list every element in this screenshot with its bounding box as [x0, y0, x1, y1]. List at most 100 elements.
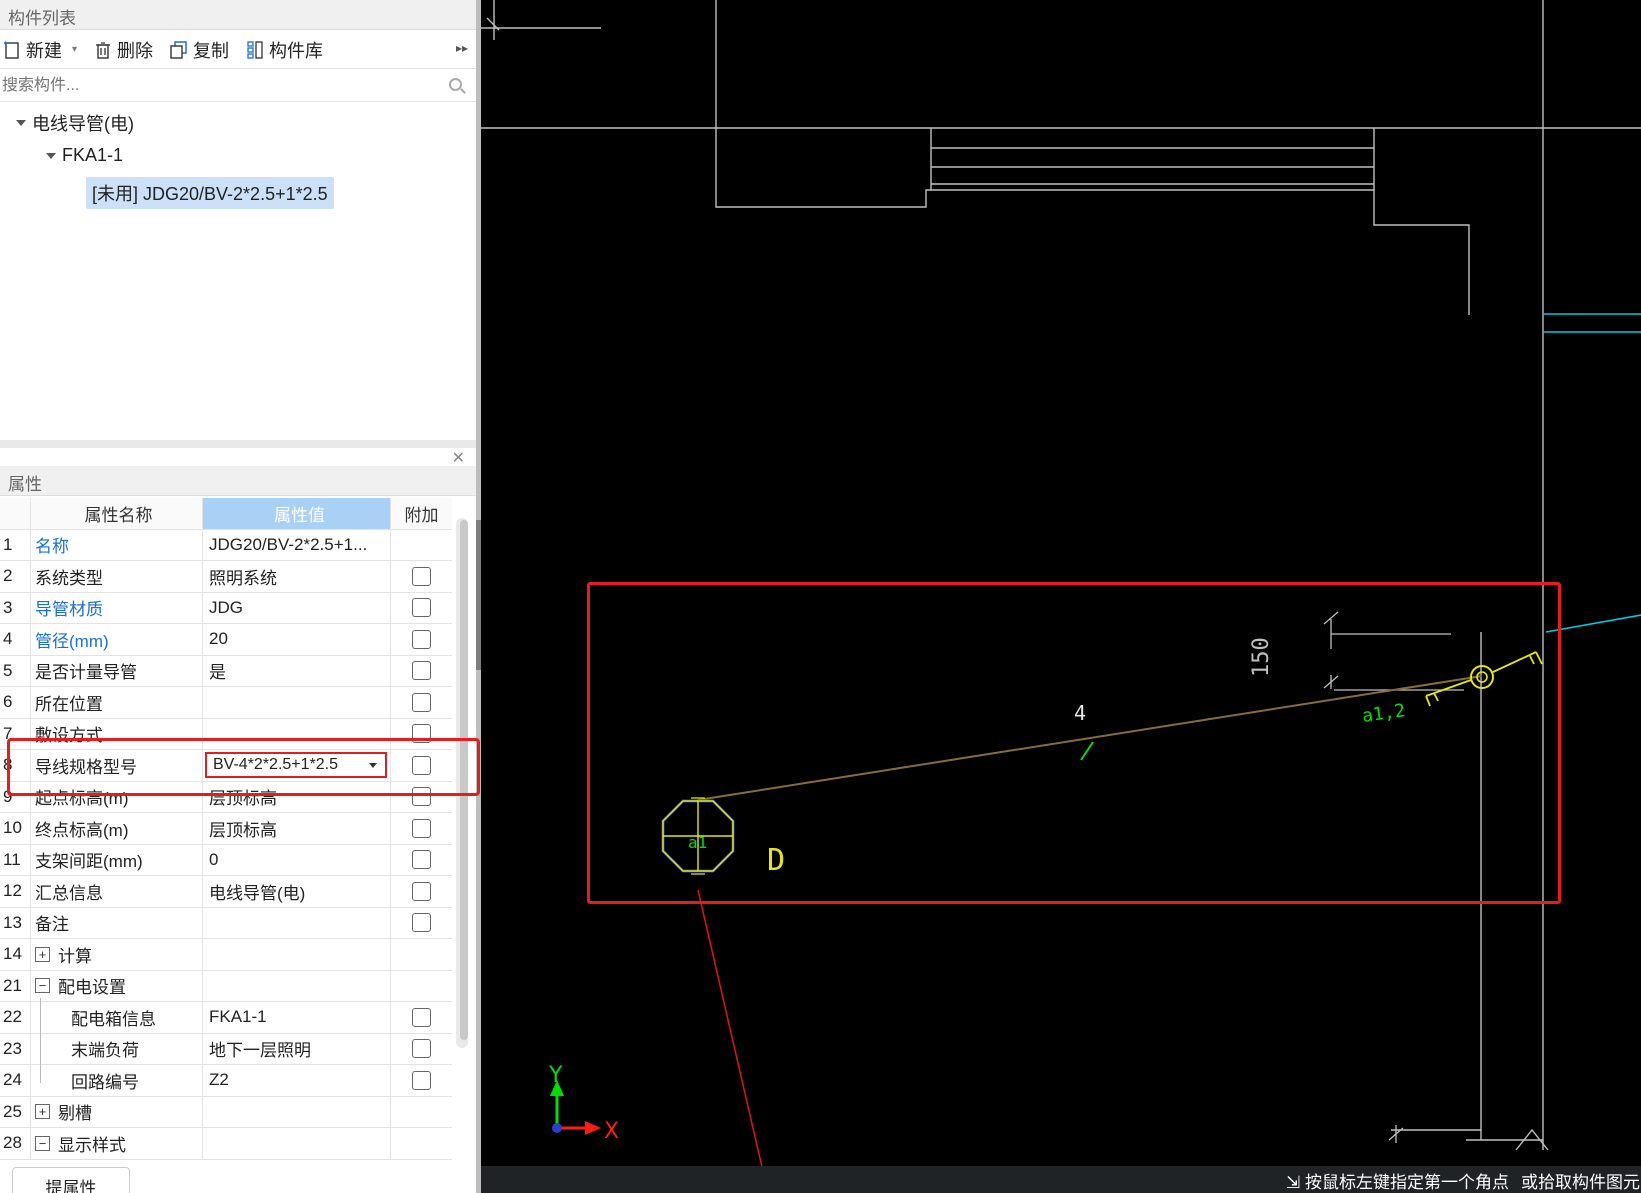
property-value: JDG [209, 597, 243, 617]
property-value-cell[interactable]: 电线导管(电) [202, 876, 390, 907]
collapse-icon[interactable]: − [35, 978, 50, 994]
property-row[interactable]: 24 回路编号 Z2 [0, 1065, 452, 1097]
copy-button[interactable]: 复制 [169, 37, 229, 63]
expand-arrow-icon[interactable] [16, 120, 26, 126]
property-row[interactable]: 14 + 计算 [0, 939, 452, 971]
property-row[interactable]: 5 是否计量导管 是 [0, 655, 452, 687]
property-name-cell: 终点标高(m) [30, 813, 202, 844]
extra-checkbox[interactable] [412, 1039, 431, 1059]
extra-checkbox[interactable] [412, 913, 431, 933]
close-icon[interactable]: ✕ [452, 448, 465, 468]
new-label: 新建 [26, 40, 62, 61]
property-name-cell: 汇总信息 [30, 876, 202, 907]
tree-node-child[interactable]: FKA1-1 [46, 145, 123, 166]
search-icon[interactable] [449, 78, 462, 91]
extra-cell [390, 876, 452, 907]
property-name: 系统类型 [35, 568, 103, 588]
extra-checkbox[interactable] [412, 629, 431, 649]
property-value-cell[interactable] [202, 1096, 390, 1127]
panel-splitter[interactable] [0, 440, 476, 448]
property-name: 配电设置 [58, 978, 126, 998]
property-name: 支架间距(mm) [35, 852, 143, 872]
extra-cell [390, 655, 452, 686]
property-value-cell[interactable]: 照明系统 [202, 561, 390, 592]
extra-checkbox[interactable] [412, 818, 431, 838]
row-number: 4 [3, 629, 13, 649]
overflow-icon[interactable]: ▸▸ [456, 41, 468, 55]
expand-icon[interactable]: + [35, 946, 50, 962]
left-panel: 构件列表 新建 ▾ 删除 复制 构件库 ▸▸ 搜索构件... 电线导管(电) F… [0, 0, 480, 1193]
property-value-cell[interactable]: 地下一层照明 [202, 1033, 390, 1064]
property-value-cell[interactable]: 20 [202, 624, 390, 655]
property-row[interactable]: 11 支架间距(mm) 0 [0, 844, 452, 876]
extra-checkbox[interactable] [412, 661, 431, 681]
property-value: 层顶标高 [209, 820, 277, 840]
property-name-cell: 配电箱信息 [30, 1002, 202, 1033]
extra-cell [390, 939, 452, 970]
extra-cell [390, 844, 452, 875]
extra-checkbox[interactable] [412, 598, 431, 618]
search-input[interactable] [0, 70, 476, 101]
properties-title: 属性 [0, 466, 476, 496]
tree-node-root[interactable]: 电线导管(电) [16, 110, 134, 136]
tree-node-selected[interactable]: [未用] JDG20/BV-2*2.5+1*2.5 [86, 177, 334, 209]
property-row[interactable]: 21− 配电设置 [0, 970, 452, 1002]
property-value-cell[interactable] [202, 687, 390, 718]
extra-checkbox[interactable] [412, 850, 431, 870]
header-value[interactable]: 属性值 [202, 498, 390, 529]
row-number: 21 [3, 975, 22, 995]
row-number: 12 [3, 881, 22, 901]
property-value-cell[interactable]: Z2 [202, 1065, 390, 1096]
property-row[interactable]: 10 终点标高(m) 层顶标高 [0, 813, 452, 845]
row-number: 13 [3, 912, 22, 932]
property-value-cell[interactable]: FKA1-1 [202, 1002, 390, 1033]
collapse-icon[interactable]: − [35, 1135, 50, 1151]
property-row[interactable]: 3 导管材质 JDG [0, 592, 452, 624]
property-value-cell[interactable] [202, 907, 390, 938]
expand-icon[interactable]: + [35, 1104, 50, 1120]
extra-cell [390, 813, 452, 844]
property-row[interactable]: 12 汇总信息 电线导管(电) [0, 876, 452, 908]
tree-root-label: 电线导管(电) [32, 114, 134, 134]
property-name-cell: 导管材质 [30, 592, 202, 623]
library-button[interactable]: 构件库 [245, 37, 323, 63]
extra-checkbox[interactable] [412, 1007, 431, 1027]
delete-button[interactable]: 删除 [93, 37, 153, 63]
property-row[interactable]: 2 系统类型 照明系统 [0, 561, 452, 593]
property-row[interactable]: 22 配电箱信息 FKA1-1 [0, 1002, 452, 1034]
status-prompt: ⇲ 按鼠标左键指定第一个角点 [1286, 1173, 1509, 1192]
expand-arrow-icon[interactable] [46, 152, 56, 159]
property-value-cell[interactable] [202, 939, 390, 970]
property-value-cell[interactable]: JDG20/BV-2*2.5+1... [202, 529, 390, 560]
extra-cell [390, 529, 452, 560]
extra-checkbox[interactable] [412, 1070, 431, 1090]
extra-checkbox[interactable] [412, 566, 431, 586]
property-value-cell[interactable] [202, 970, 390, 1001]
header-name[interactable]: 属性名称 [30, 498, 202, 529]
header-extra[interactable]: 附加 [390, 498, 452, 529]
new-button[interactable]: 新建 ▾ [2, 37, 77, 63]
property-value-cell[interactable]: 是 [202, 655, 390, 686]
property-value-cell[interactable] [202, 1128, 390, 1159]
property-name: 配电箱信息 [71, 1009, 156, 1029]
row-number: 1 [3, 534, 13, 554]
extra-cell [390, 970, 452, 1001]
property-row[interactable]: 6 所在位置 [0, 687, 452, 719]
property-row[interactable]: 1 名称 JDG20/BV-2*2.5+1... [0, 529, 452, 561]
property-value-cell[interactable]: JDG [202, 592, 390, 623]
property-row[interactable]: 28− 显示样式 [0, 1128, 452, 1160]
property-row[interactable]: 13 备注 [0, 907, 452, 939]
property-value: Z2 [209, 1070, 229, 1090]
property-name: 备注 [35, 915, 69, 935]
property-row[interactable]: 23 末端负荷 地下一层照明 [0, 1033, 452, 1065]
chevron-down-icon[interactable]: ▾ [72, 44, 77, 55]
extra-checkbox[interactable] [412, 881, 431, 901]
property-value-cell[interactable]: 层顶标高 [202, 813, 390, 844]
property-row[interactable]: 25 + 剔槽 [0, 1096, 452, 1128]
extra-checkbox[interactable] [412, 692, 431, 712]
row-number: 22 [3, 1007, 22, 1027]
property-value-cell[interactable]: 0 [202, 844, 390, 875]
property-name-cell: + 计算 [30, 939, 202, 970]
bottom-tab[interactable]: 提属性 [12, 1167, 130, 1193]
property-row[interactable]: 4 管径(mm) 20 [0, 624, 452, 656]
